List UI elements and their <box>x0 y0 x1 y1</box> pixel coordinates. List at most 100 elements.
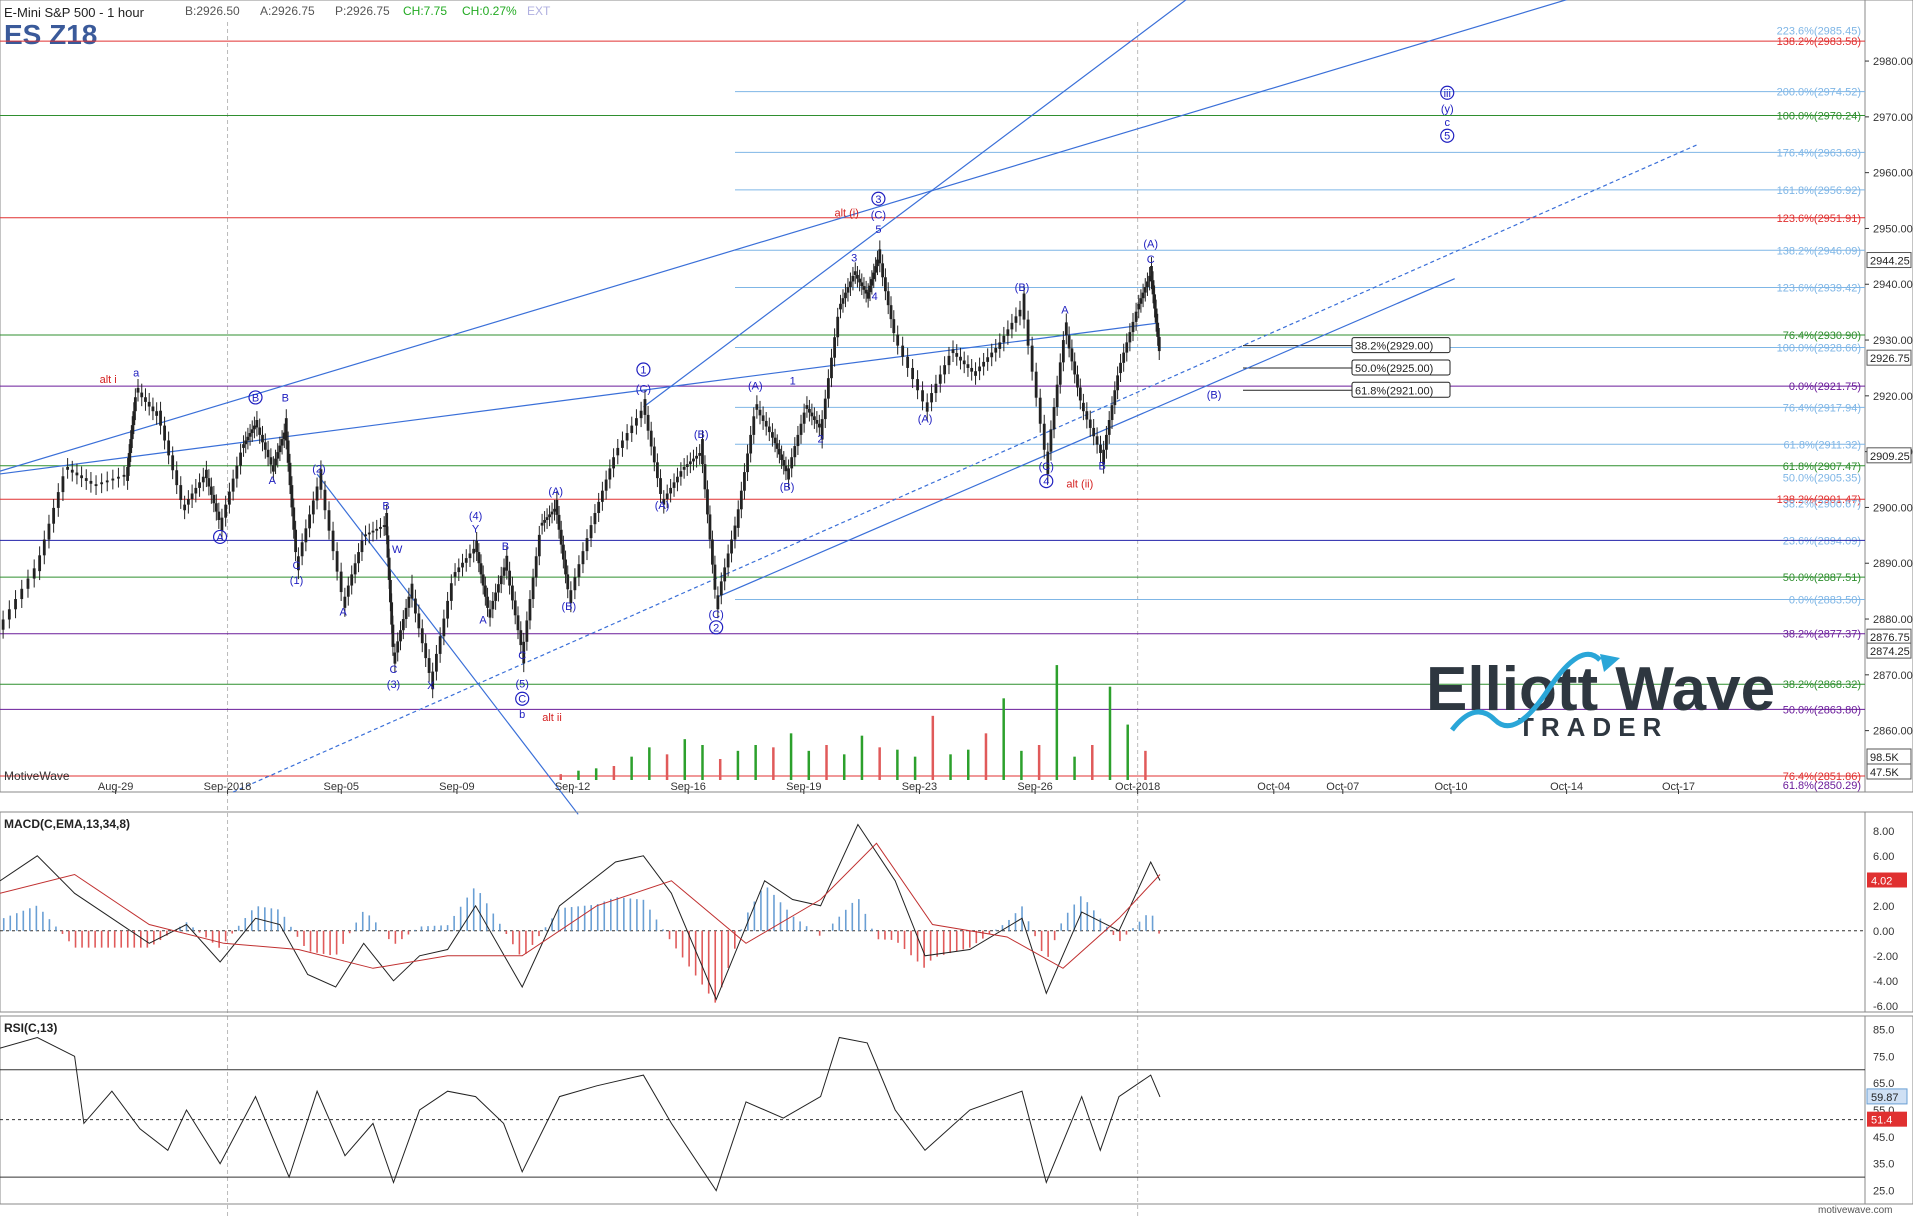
fib-label-6: 123.6%(2951.91) <box>1777 213 1861 225</box>
volume-bar-6 <box>665 754 669 780</box>
candle-body-14-3 <box>290 485 294 508</box>
candle-body-47-3 <box>886 291 890 306</box>
wave-label-32: (A) <box>748 381 763 393</box>
macd-tick-label-0: 8.00 <box>1873 826 1894 838</box>
volume-bar-2 <box>594 768 598 780</box>
candle-body-3-0 <box>66 466 70 470</box>
candle-body-14-0 <box>284 418 288 441</box>
candle-body-38-0 <box>736 509 740 528</box>
candle-body-40-0 <box>773 437 777 444</box>
wave-label-11: W <box>392 544 403 556</box>
wave-label-49: (A) <box>1143 238 1158 250</box>
candle-body-49-2 <box>934 383 938 394</box>
candle-body-47-2 <box>884 277 887 292</box>
candle-body-10-2 <box>227 491 231 505</box>
candle-body-50-2 <box>959 356 962 361</box>
candle-body-35-5 <box>698 453 702 456</box>
candle-body-59-0 <box>1137 303 1141 310</box>
candle-body-55-0 <box>1064 322 1068 336</box>
candle-body-49-0 <box>925 402 929 412</box>
candle-body-24-5 <box>486 596 489 608</box>
fib-label-14: 61.8%(2907.47) <box>1783 461 1861 473</box>
wave-label-18: A <box>479 614 487 626</box>
change-pct-label: CH:0.27% <box>462 4 517 18</box>
candle-body-32-1 <box>621 440 624 448</box>
candle-body-54-1 <box>1049 429 1053 452</box>
fib-label-8: 123.6%(2939.42) <box>1777 282 1861 294</box>
candle-body-45-3 <box>860 282 864 287</box>
fib-label-24: 50.0%(2863.80) <box>1783 704 1861 716</box>
candle-body-1-0 <box>1 619 5 630</box>
candle-body-5-4 <box>132 411 136 426</box>
candle-body-45-4 <box>862 286 866 290</box>
x-tick-label-8: Sep-26 <box>1017 781 1052 793</box>
candle-body-12-2 <box>261 434 264 443</box>
wave-label-17: B <box>502 541 509 553</box>
candle-body-57-2 <box>1107 420 1111 435</box>
candle-body-16-2 <box>327 510 331 531</box>
candle-body-48-2 <box>906 356 910 368</box>
candle-body-37-5 <box>733 525 737 540</box>
volume-bar-7 <box>683 739 687 780</box>
candle-body-41-4 <box>799 423 803 435</box>
wave-label-41: 5 <box>875 224 881 236</box>
boxed-fib-label-0: 38.2%(2929.00) <box>1355 341 1433 353</box>
fib-label-7: 138.2%(2946.09) <box>1777 245 1861 257</box>
wave-label-54: c <box>1444 117 1450 129</box>
candle-body-8-3 <box>194 487 198 494</box>
instrument-title: E-Mini S&P 500 - 1 hour <box>4 5 145 20</box>
candle-body-7-1 <box>163 425 166 441</box>
candle-body-7-5 <box>179 485 183 500</box>
candle-body-37-2 <box>723 567 727 582</box>
candle-body-51-5 <box>994 347 998 353</box>
candle-body-30-4 <box>585 538 589 552</box>
candle-body-26-5 <box>519 630 523 646</box>
candle-body-5-1 <box>127 453 131 467</box>
candle-body-50-1 <box>955 353 959 357</box>
candle-body-47-1 <box>881 263 885 278</box>
fib-label-12: 76.4%(2917.94) <box>1783 402 1861 414</box>
wave-label-55: 5 <box>1444 131 1450 143</box>
candle-body-18-4 <box>379 526 382 529</box>
candle-body-12-0 <box>255 420 259 428</box>
candle-body-58-5 <box>1134 311 1138 322</box>
candle-body-40-2 <box>778 448 781 455</box>
candle-body-10-5 <box>239 452 242 466</box>
candle-body-57-1 <box>1105 434 1108 450</box>
candle-body-22-5 <box>449 583 453 601</box>
candle-body-44-4 <box>849 281 852 288</box>
candle-body-28-4 <box>550 511 554 515</box>
candle-body-2-2 <box>47 523 51 540</box>
change-label: CH:7.75 <box>403 4 447 18</box>
candle-body-40-1 <box>775 443 779 449</box>
candle-body-28-2 <box>545 517 549 520</box>
wave-label-47: alt (ii) <box>1066 478 1093 490</box>
candle-body-6-3 <box>147 401 151 407</box>
candle-body-11-0 <box>242 444 245 448</box>
candle-body-43-1 <box>823 398 827 420</box>
fib-label-15: 50.0%(2905.35) <box>1783 473 1861 485</box>
candle-body-13-4 <box>280 439 284 446</box>
x-tick-label-12: Oct-10 <box>1434 781 1467 793</box>
candle-body-4-5 <box>122 474 126 477</box>
candle-body-32-2 <box>625 433 629 441</box>
rsi-tick-label-1: 75.0 <box>1873 1051 1894 1063</box>
candle-body-43-5 <box>836 316 840 338</box>
candle-body-3-3 <box>80 475 83 479</box>
candle-body-27-2 <box>528 599 532 621</box>
price-tick-label-2: 2960.00 <box>1873 168 1913 180</box>
candle-body-36-4 <box>711 539 714 565</box>
wave-label-16: Y <box>472 524 480 536</box>
candle-body-25-0 <box>488 609 492 618</box>
candle-body-23-0 <box>453 572 457 577</box>
candle-body-5-5 <box>133 397 137 412</box>
candle-body-33-2 <box>649 430 653 447</box>
wave-label-35: 2 <box>818 434 824 446</box>
candle-body-32-3 <box>630 425 634 434</box>
candle-body-38-3 <box>746 453 749 473</box>
candle-body-10-1 <box>224 504 228 518</box>
volume-bar-11 <box>754 745 757 780</box>
wave-label-22: b <box>519 709 525 721</box>
candle-body-24-3 <box>481 574 485 586</box>
candle-body-49-3 <box>938 374 942 384</box>
